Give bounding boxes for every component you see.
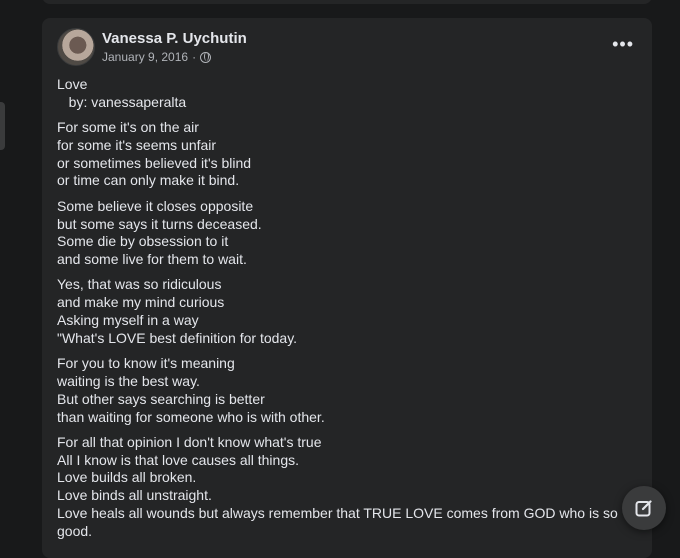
post-line: Love heals all wounds but always remembe… <box>57 505 618 539</box>
post-line: Love binds all unstraight. <box>57 487 212 504</box>
meta-separator: · <box>192 50 197 64</box>
post-line: Love <box>57 76 88 92</box>
post-line: For all that opinion I don't know what's… <box>57 433 322 450</box>
post-line: "What's LOVE best definition for today. <box>57 329 298 346</box>
avatar[interactable] <box>57 28 95 66</box>
post-line: or sometimes believed it's blind <box>57 154 252 171</box>
post-line: by: vanessaperalta <box>57 93 187 110</box>
post-line: But other says searching is better <box>57 390 265 407</box>
post-stanza: For all that opinion I don't know what's… <box>57 434 637 541</box>
post-line: Some believe it closes opposite <box>57 197 254 214</box>
post-stanza: Love by: vanessaperalta <box>57 76 637 112</box>
compose-icon <box>635 500 652 517</box>
post-body: Love by: vanessaperalta For some it's on … <box>57 76 637 548</box>
post-date[interactable]: January 9, 2016 <box>102 50 188 64</box>
post-stanza: Yes, that was so ridiculous and make my m… <box>57 276 637 347</box>
post-line: and some live for them to wait. <box>57 251 247 268</box>
post-line: but some says it turns deceased. <box>57 215 262 232</box>
more-options-button[interactable]: ••• <box>612 34 634 55</box>
post-card: Vanessa P. Uychutin January 9, 2016 · ••… <box>42 18 652 558</box>
post-stanza: Some believe it closes opposite but some … <box>57 198 637 269</box>
post-line: than waiting for someone who is with oth… <box>57 408 325 425</box>
post-stanza: For you to know it's meaning waiting is t… <box>57 355 637 426</box>
post-meta: January 9, 2016 · <box>102 50 212 64</box>
post-stanza: For some it's on the air for some it's se… <box>57 119 637 190</box>
post-line: All I know is that love causes all thing… <box>57 451 300 468</box>
post-line: Love builds all broken. <box>57 469 197 486</box>
post-line: waiting is the best way. <box>57 372 200 389</box>
post-author[interactable]: Vanessa P. Uychutin <box>102 30 247 47</box>
globe-icon <box>200 51 212 63</box>
compose-button[interactable] <box>622 486 666 530</box>
post-line: Asking myself in a way <box>57 312 199 329</box>
post-line: For some it's on the air <box>57 119 199 136</box>
post-line: Yes, that was so ridiculous <box>57 276 222 293</box>
post-line: For you to know it's meaning <box>57 355 235 372</box>
post-line: and make my mind curious <box>57 294 225 311</box>
post-line: Some die by obsession to it <box>57 233 229 250</box>
post-line: for some it's seems unfair <box>57 136 217 153</box>
previous-post-card <box>42 0 652 4</box>
left-panel-edge <box>0 102 5 150</box>
post-line: or time can only make it bind. <box>57 172 240 189</box>
